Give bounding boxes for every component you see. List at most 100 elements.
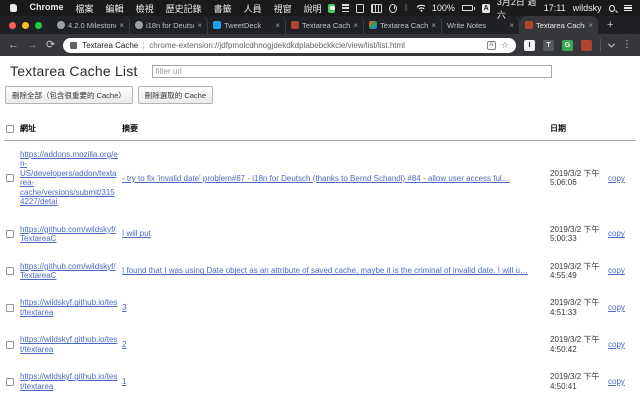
menu-item-edit[interactable]: 編輯 xyxy=(100,2,130,15)
delete-all-button[interactable]: 刪除全部（包含很重要的 Cache） xyxy=(5,86,133,104)
extension-icon-2[interactable]: T xyxy=(543,39,554,51)
menu-bar-user[interactable]: wildsky xyxy=(573,3,602,13)
menu-item-file[interactable]: 檔案 xyxy=(70,2,100,15)
back-icon[interactable]: ← xyxy=(8,39,19,51)
twitter-favicon xyxy=(213,21,221,29)
menu-item-view[interactable]: 檢視 xyxy=(130,2,160,15)
tab-title: 4.2.0 Milestone xyxy=(68,20,117,30)
col-header-url: 網址 xyxy=(18,120,120,141)
apple-menu-icon[interactable] xyxy=(10,4,17,12)
reload-icon[interactable]: ⟳ xyxy=(46,39,55,51)
cache-url-link[interactable]: https://wildskyf.github.io/test/textarea xyxy=(20,372,118,391)
tab-1[interactable]: 4.2.0 Milestone × xyxy=(52,16,130,34)
screen-capture-icon[interactable] xyxy=(356,3,365,13)
copy-link[interactable]: copy xyxy=(608,229,625,238)
row-checkbox[interactable] xyxy=(6,230,14,239)
cache-date: 2019/3/2 下午 4:55:49 xyxy=(550,261,600,280)
copy-link[interactable]: copy xyxy=(608,340,625,349)
wifi-icon[interactable] xyxy=(416,4,425,12)
row-checkbox[interactable] xyxy=(6,377,14,386)
window-minimize-button[interactable] xyxy=(22,21,29,29)
filter-url-input[interactable] xyxy=(151,64,552,78)
spotlight-search-icon[interactable] xyxy=(608,4,615,12)
cache-summary-link[interactable]: I found that I was using Date object as … xyxy=(122,266,528,275)
cache-url-link[interactable]: https://addons.mozilla.org/en- US/develo… xyxy=(20,150,118,207)
cache-url-link[interactable]: https://github.com/wildskyf/TextareaC xyxy=(20,262,118,281)
cache-url-link[interactable]: https://wildskyf.github.io/test/textarea xyxy=(20,298,118,317)
input-source-lines-icon[interactable] xyxy=(342,4,350,12)
row-checkbox[interactable] xyxy=(6,340,14,349)
textarea-cache-favicon xyxy=(525,21,533,29)
tab-7[interactable]: Textarea Cache × xyxy=(520,16,598,34)
overflow-chevron-icon[interactable] xyxy=(607,40,616,48)
copy-link[interactable]: copy xyxy=(608,174,625,183)
clock-app-icon[interactable] xyxy=(389,3,398,13)
omnibox-url[interactable]: chrome-extension://jdfpmolcdhnogjdekdkdp… xyxy=(149,41,482,50)
cache-summary-link[interactable]: 3 xyxy=(122,303,126,312)
delete-selected-button[interactable]: 刪除選取的 Cache xyxy=(137,86,214,104)
cache-url-link[interactable]: https://github.com/wildskyf/TextareaC xyxy=(20,225,118,244)
forward-icon[interactable]: → xyxy=(27,39,38,51)
keyboard-icon[interactable] xyxy=(371,3,383,13)
tab-close-icon[interactable]: × xyxy=(119,21,124,30)
tab-6[interactable]: Write Notes × xyxy=(442,16,520,34)
tab-close-icon[interactable]: × xyxy=(431,21,436,30)
row-checkbox[interactable] xyxy=(6,303,14,312)
cache-url-link[interactable]: https://wildskyf.github.io/test/textarea xyxy=(20,335,118,354)
menu-item-bookmarks[interactable]: 書籤 xyxy=(208,2,238,15)
cache-table: 網址 摘要 日期 https://addons.mozilla.org/en- … xyxy=(4,120,636,400)
tab-close-icon[interactable]: × xyxy=(275,21,280,30)
col-header-copy xyxy=(606,120,636,141)
palette-favicon xyxy=(369,21,377,29)
cache-date: 2019/3/2 下午 5:00:33 xyxy=(550,224,600,244)
extension-icon-1[interactable]: I xyxy=(524,39,535,51)
cache-summary-link[interactable]: I will put xyxy=(122,229,151,238)
cache-summary-link[interactable]: 2 xyxy=(122,340,126,349)
menu-item-window[interactable]: 視窗 xyxy=(268,2,298,15)
translate-icon[interactable]: A xyxy=(486,40,496,50)
chrome-menu-icon[interactable]: ⋮ xyxy=(622,40,632,50)
menu-item-chrome[interactable]: Chrome xyxy=(24,2,70,15)
row-checkbox[interactable] xyxy=(6,174,14,183)
tab-close-icon[interactable]: × xyxy=(509,21,514,30)
new-tab-button[interactable]: + xyxy=(598,16,622,34)
tab-5[interactable]: Textarea Cache × xyxy=(364,16,442,34)
bookmark-star-icon[interactable]: ☆ xyxy=(501,40,509,50)
ime-badge[interactable]: A xyxy=(482,3,490,13)
tab-title: Textarea Cache xyxy=(302,20,351,30)
tab-2[interactable]: i18n for Deutsch × xyxy=(130,16,208,34)
bluetooth-icon[interactable]: ᛒ xyxy=(404,4,409,12)
page-title: Textarea Cache List xyxy=(10,63,138,79)
cache-summary-link[interactable]: - try to fix 'invalid date' problem#67 -… xyxy=(122,174,510,183)
extension-page-icon xyxy=(70,41,78,49)
copy-link[interactable]: copy xyxy=(608,303,625,312)
row-checkbox[interactable] xyxy=(6,267,14,276)
notification-center-icon[interactable] xyxy=(623,4,632,12)
tab-title: i18n for Deutsch xyxy=(146,20,194,30)
battery-icon[interactable] xyxy=(461,5,476,11)
tab-close-icon[interactable]: × xyxy=(197,21,202,30)
omnibox[interactable]: Textarea Cache chrome-extension://jdfpmo… xyxy=(63,37,516,53)
col-header-date: 日期 xyxy=(548,120,606,141)
copy-link[interactable]: copy xyxy=(608,266,625,275)
window-close-button[interactable] xyxy=(9,21,16,29)
window-zoom-button[interactable] xyxy=(35,21,42,29)
select-all-checkbox[interactable] xyxy=(6,124,14,133)
textarea-cache-extension-icon[interactable] xyxy=(581,39,592,51)
menu-item-people[interactable]: 人員 xyxy=(238,2,268,15)
table-row: https://wildskyf.github.io/test/textarea… xyxy=(4,363,636,400)
cache-date: 2019/3/2 下午 4:51:33 xyxy=(550,298,600,317)
tab-close-icon[interactable]: × xyxy=(588,21,593,30)
menu-item-help[interactable]: 說明 xyxy=(298,2,328,15)
extension-icon-3[interactable]: G xyxy=(562,39,573,51)
copy-link[interactable]: copy xyxy=(608,377,625,386)
tab-3[interactable]: TweetDeck × xyxy=(208,16,286,34)
app-menus: Chrome 檔案 編輯 檢視 歷史記錄 書籤 人員 視窗 說明 xyxy=(24,2,328,15)
tab-4[interactable]: Textarea Cache × xyxy=(286,16,364,34)
table-row: https://github.com/wildskyf/TextareaC I … xyxy=(4,216,636,253)
cache-summary-link[interactable]: 1 xyxy=(122,377,126,386)
line-app-icon[interactable] xyxy=(327,3,336,13)
menu-bar-time[interactable]: 17:11 xyxy=(544,3,566,13)
tab-close-icon[interactable]: × xyxy=(353,21,358,30)
menu-item-history[interactable]: 歷史記錄 xyxy=(160,2,208,15)
